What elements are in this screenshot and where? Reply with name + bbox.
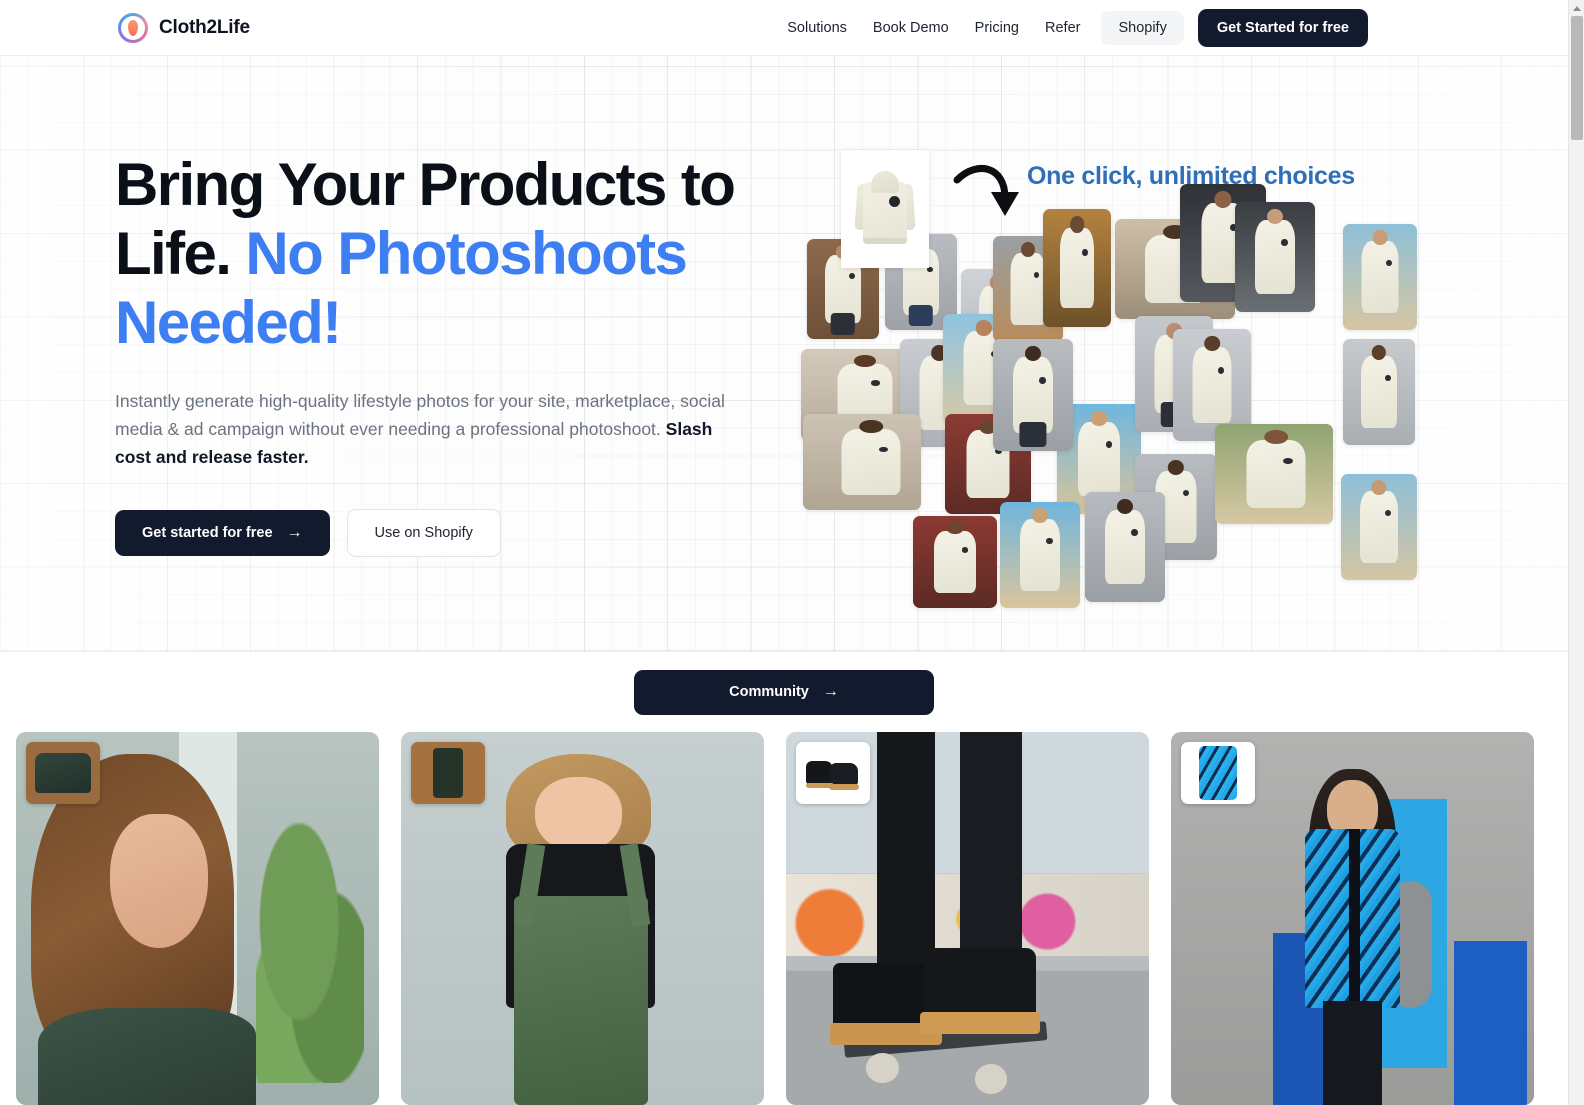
hero-visual: One click, unlimited choices — [795, 84, 1435, 644]
collage-tile — [1000, 502, 1080, 608]
nav-link-solutions[interactable]: Solutions — [774, 12, 860, 44]
headline-line-1: Bring Your Products to — [115, 151, 736, 218]
hero-tagline: One click, unlimited choices — [1027, 162, 1355, 190]
cream-hoodie-product-image — [841, 150, 929, 268]
get-started-button[interactable]: Get Started for free — [1197, 8, 1368, 47]
collage-tile — [1215, 424, 1333, 524]
headline-line-2-dark: Life. — [115, 220, 232, 287]
gallery-card-black-sneakers[interactable] — [786, 732, 1149, 1105]
hero-copy-block: Bring Your Products to Life. No Photosho… — [115, 150, 795, 557]
use-on-shopify-button[interactable]: Use on Shopify — [346, 509, 501, 557]
brand-logo[interactable]: Cloth2Life — [118, 12, 250, 43]
headline-line-3-accent: Needed! — [115, 289, 342, 356]
black-high-top-sneakers-thumbnail — [796, 742, 870, 804]
showcase-gallery — [16, 732, 1552, 1105]
nav-shopify-chip[interactable]: Shopify — [1101, 10, 1184, 45]
community-button-label: Community — [729, 684, 809, 700]
collage-tile — [1085, 492, 1165, 602]
hero-subtitle: Instantly generate high-quality lifestyl… — [115, 387, 730, 471]
hero-get-started-button[interactable]: Get started for free → — [115, 510, 330, 556]
hero-subtitle-normal: Instantly generate high-quality lifestyl… — [115, 391, 725, 439]
scroll-up-arrow-icon[interactable] — [1571, 2, 1583, 14]
headline-line-2-accent: No Photoshoots — [245, 220, 687, 287]
community-button[interactable]: Community → — [634, 669, 934, 715]
gallery-card-green-sweater[interactable] — [16, 732, 379, 1105]
vertical-scrollbar[interactable] — [1568, 0, 1584, 1105]
blue-floral-print-shirt-thumbnail — [1181, 742, 1255, 804]
collage-tile — [803, 414, 921, 510]
collage-tile — [993, 339, 1073, 451]
nav-link-pricing[interactable]: Pricing — [962, 12, 1032, 44]
brand-name: Cloth2Life — [159, 16, 250, 38]
collage-tile — [1235, 202, 1315, 312]
hero-cta-row: Get started for free → Use on Shopify — [115, 509, 795, 557]
top-navigation-bar: Cloth2Life Solutions Book Demo Pricing R… — [0, 0, 1568, 56]
page-title: Bring Your Products to Life. No Photosho… — [115, 150, 795, 357]
hero-get-started-label: Get started for free — [142, 525, 273, 541]
collage-tile — [1341, 474, 1417, 580]
collage-tile — [913, 516, 997, 608]
hero-section: Bring Your Products to Life. No Photosho… — [0, 56, 1568, 652]
collage-tile — [1043, 209, 1111, 327]
arrow-right-icon: → — [822, 683, 839, 700]
curved-arrow-down-icon — [953, 164, 1019, 216]
nav-link-refer[interactable]: Refer — [1032, 12, 1093, 44]
gallery-card-green-overalls[interactable] — [401, 732, 764, 1105]
collage-tile — [1343, 224, 1417, 330]
gallery-card-blue-print-shirt[interactable] — [1171, 732, 1534, 1105]
green-overalls-thumbnail — [411, 742, 485, 804]
page-root: Cloth2Life Solutions Book Demo Pricing R… — [0, 0, 1584, 1105]
nav-link-book-demo[interactable]: Book Demo — [860, 12, 962, 44]
community-section: Community → — [0, 652, 1568, 732]
green-knit-sweater-thumbnail — [26, 742, 100, 804]
nav-links-group: Solutions Book Demo Pricing Refer Shopif… — [774, 8, 1368, 47]
arrow-right-icon: → — [286, 524, 303, 541]
cloth2life-logo-icon — [118, 12, 148, 43]
scrollbar-thumb[interactable] — [1571, 16, 1583, 140]
collage-tile — [1343, 339, 1415, 445]
